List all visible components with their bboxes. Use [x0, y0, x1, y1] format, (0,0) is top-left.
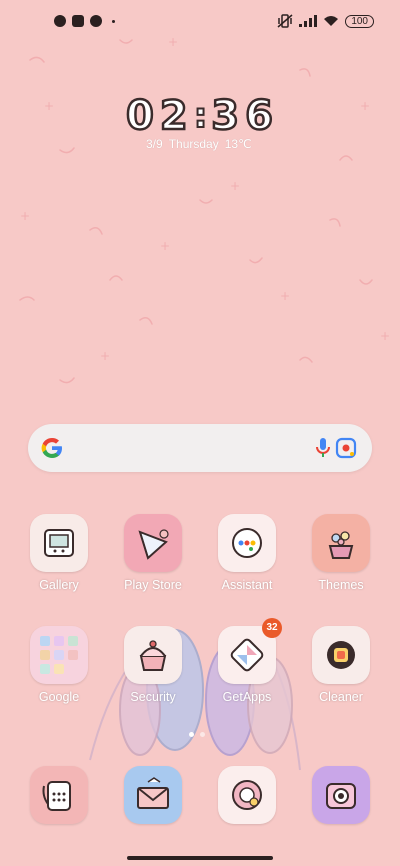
svg-text:+: +	[100, 349, 110, 363]
notification-icons	[54, 15, 115, 27]
mic-icon[interactable]	[314, 436, 332, 460]
app-label: Gallery	[39, 578, 79, 592]
weekday-text: Thursday	[168, 137, 219, 151]
dock-camera[interactable]	[306, 766, 376, 824]
app-gallery[interactable]: Gallery	[24, 514, 94, 592]
svg-text:+: +	[280, 289, 290, 303]
date-weather-line: 3/9 Thursday 13℃	[146, 137, 252, 151]
phone-icon	[30, 766, 88, 824]
dock-phone[interactable]	[24, 766, 94, 824]
app-label: Play Store	[124, 578, 182, 592]
app-cleaner[interactable]: Cleaner	[306, 626, 376, 704]
dock-messages[interactable]	[118, 766, 188, 824]
security-icon	[124, 626, 182, 684]
app-label: Cleaner	[319, 690, 363, 704]
app-play-store[interactable]: Play Store	[118, 514, 188, 592]
browser-icon	[218, 766, 276, 824]
app-label: GetApps	[222, 690, 272, 704]
folder-label: Google	[38, 690, 80, 704]
lens-icon[interactable]	[334, 436, 358, 460]
google-folder-icon	[30, 626, 88, 684]
system-icons: 100	[277, 14, 374, 28]
page-dot-active	[189, 732, 194, 737]
folder-google[interactable]: Google	[24, 626, 94, 704]
camera-icon	[312, 766, 370, 824]
app-label: Assistant	[221, 578, 273, 592]
assistant-icon	[218, 514, 276, 572]
dock-browser[interactable]	[212, 766, 282, 824]
clock-minute-ones: 6	[244, 92, 275, 141]
google-search-bar[interactable]	[28, 424, 372, 472]
battery-indicator: 100	[345, 14, 374, 28]
page-dot	[200, 732, 205, 737]
messages-icon	[124, 766, 182, 824]
signal-icon	[299, 15, 318, 27]
google-g-icon	[41, 438, 62, 458]
svg-text:+: +	[380, 329, 390, 343]
app-label: Themes	[318, 578, 364, 592]
status-bar: 100	[0, 0, 400, 44]
app-themes[interactable]: Themes	[306, 514, 376, 592]
svg-text:+: +	[360, 99, 370, 113]
vibrate-icon	[277, 14, 293, 28]
svg-text:+: +	[44, 99, 54, 113]
clock-hour-tens: 0	[125, 92, 156, 141]
svg-text:+: +	[230, 179, 240, 193]
notification-badge: 32	[262, 618, 282, 638]
more-notifications-icon	[112, 19, 115, 23]
app-getapps[interactable]: 32 GetApps	[212, 618, 282, 704]
date-text: 3/9	[146, 137, 163, 151]
cleaner-icon	[312, 626, 370, 684]
temperature-text: 13℃	[224, 137, 252, 151]
app-notification-icon	[72, 15, 84, 27]
clock-separator: :	[193, 95, 209, 137]
getapps-icon: 32	[218, 618, 282, 684]
clock-hour-ones: 2	[159, 92, 190, 141]
svg-text:+: +	[160, 239, 170, 253]
app-assistant[interactable]: Assistant	[212, 514, 282, 592]
app-label: Security	[130, 690, 176, 704]
play-store-icon	[124, 514, 182, 572]
app-security[interactable]: Security	[118, 626, 188, 704]
gallery-icon	[30, 514, 88, 572]
clock-minute-tens: 3	[210, 92, 242, 141]
page-indicator	[189, 732, 205, 737]
svg-text:+: +	[20, 209, 30, 223]
clock-widget[interactable]: 0 2 : 3 6	[125, 92, 276, 141]
home-gesture-bar[interactable]	[127, 856, 273, 860]
app-notification-icon	[54, 15, 66, 27]
themes-icon	[312, 514, 370, 572]
app-notification-icon	[90, 15, 102, 27]
wifi-icon	[324, 16, 339, 26]
